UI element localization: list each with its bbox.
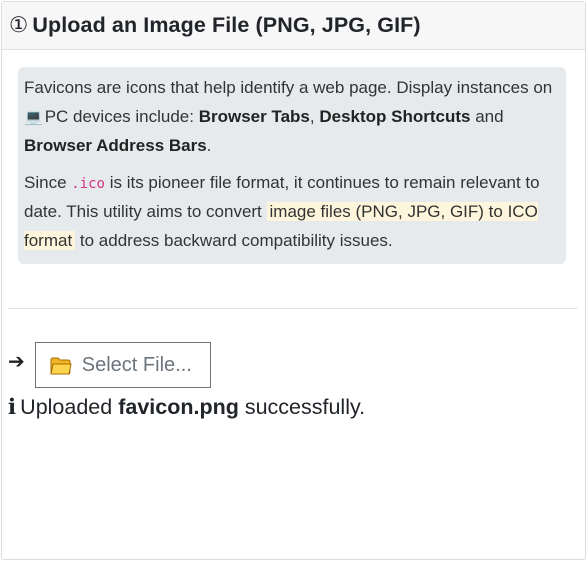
select-file-label: Select File... bbox=[81, 353, 192, 376]
info-paragraph-1: Favicons are icons that help identify a … bbox=[24, 74, 560, 161]
select-file-button[interactable]: Select File... bbox=[34, 342, 211, 388]
info-text: Since bbox=[24, 172, 72, 192]
separator: and bbox=[470, 106, 504, 126]
separator: , bbox=[309, 106, 320, 126]
uploaded-filename: favicon.png bbox=[118, 395, 239, 419]
info-icon: ℹ bbox=[8, 395, 17, 419]
status-text: Uploaded bbox=[20, 395, 119, 419]
info-text: PC devices include: bbox=[44, 106, 199, 126]
step-number: ① bbox=[9, 13, 29, 37]
info-text: Favicons are icons that help identify a … bbox=[24, 78, 553, 97]
card-title: ① Upload an Image File (PNG, JPG, GIF) bbox=[9, 13, 421, 38]
item-browser-tabs: Browser Tabs bbox=[198, 106, 310, 126]
period: . bbox=[206, 136, 212, 155]
folder-icon bbox=[50, 357, 72, 375]
card-header: ① Upload an Image File (PNG, JPG, GIF) bbox=[2, 2, 585, 50]
item-desktop-shortcuts: Desktop Shortcuts bbox=[319, 106, 471, 126]
info-text: to address backward compatibility issues… bbox=[75, 230, 393, 250]
upload-status: ℹ Uploaded favicon.png successfully. bbox=[8, 395, 365, 420]
laptop-icon: 💻 bbox=[24, 108, 43, 126]
info-box: Favicons are icons that help identify a … bbox=[18, 67, 566, 264]
title-text: Upload an Image File (PNG, JPG, GIF) bbox=[32, 13, 421, 37]
ico-code: .ico bbox=[71, 175, 105, 192]
item-address-bars: Browser Address Bars bbox=[24, 136, 207, 155]
arrow-right-icon: ➔ bbox=[8, 350, 25, 373]
status-text: successfully. bbox=[238, 395, 366, 419]
info-paragraph-2: Since .ico is its pioneer file format, i… bbox=[24, 169, 560, 256]
divider bbox=[8, 308, 578, 309]
upload-row: ➔ Select File... bbox=[8, 342, 211, 388]
